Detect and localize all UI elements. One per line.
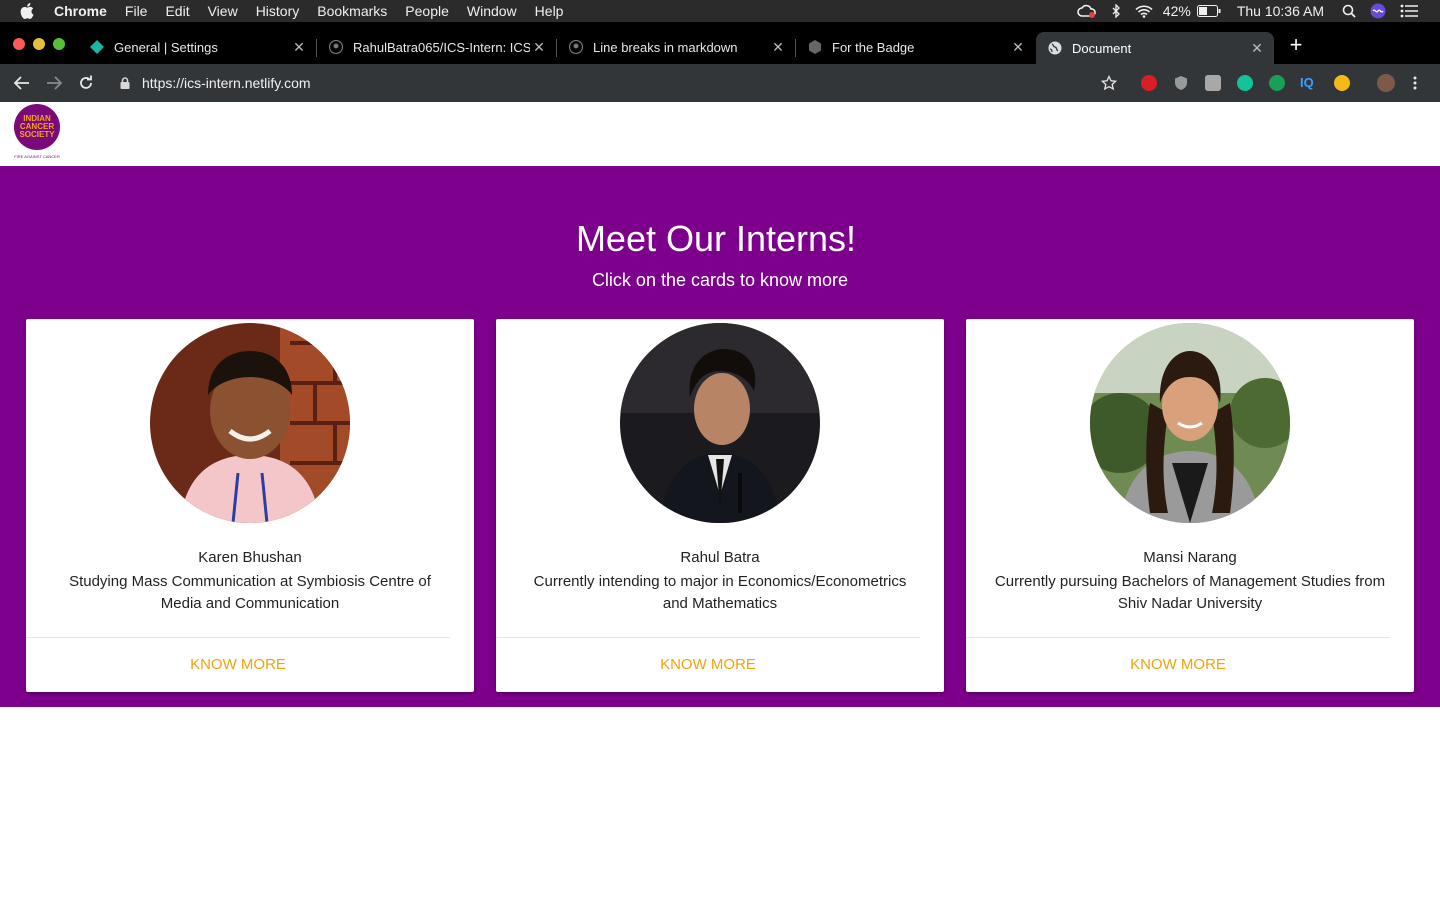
menu-people[interactable]: People <box>405 3 449 19</box>
macos-menu-bar: Chrome File Edit View History Bookmarks … <box>0 0 1440 22</box>
page-viewport: INDIAN CANCER SOCIETY FIRE AGAINST CANCE… <box>0 102 1440 900</box>
github-icon <box>569 40 583 54</box>
tab-document-active[interactable]: Document ✕ <box>1036 32 1274 64</box>
intern-bio: Currently intending to major in Economic… <box>533 573 907 612</box>
tab-title: Line breaks in markdown <box>593 39 738 55</box>
tab-github-ics-intern[interactable]: RahulBatra065/ICS-Intern: ICS ✕ <box>317 32 556 62</box>
intern-card[interactable]: Rahul Batra Currently intending to major… <box>496 319 944 692</box>
grammarly-icon[interactable] <box>1237 75 1253 91</box>
menu-window[interactable]: Window <box>467 3 517 19</box>
intern-card[interactable]: Mansi Narang Currently pursuing Bachelor… <box>966 319 1414 692</box>
indian-cancer-society-logo[interactable]: INDIAN CANCER SOCIETY FIRE AGAINST CANCE… <box>14 104 60 162</box>
interns-section: Meet Our Interns! Click on the cards to … <box>0 166 1440 707</box>
intern-photo-mansi <box>1090 323 1290 523</box>
intern-name: Rahul Batra <box>680 549 760 566</box>
menu-file[interactable]: File <box>125 3 148 19</box>
know-more-button[interactable]: Know More <box>496 656 920 673</box>
url-text[interactable]: https://ics-intern.netlify.com <box>142 75 311 91</box>
intern-photo-karen <box>150 323 350 523</box>
menu-edit[interactable]: Edit <box>165 3 189 19</box>
settings-diamond-icon <box>90 40 104 54</box>
window-close-button[interactable] <box>13 38 25 50</box>
bookmark-star-icon[interactable] <box>1100 74 1118 91</box>
card-divider <box>966 637 1390 638</box>
tab-line-breaks-markdown[interactable]: Line breaks in markdown ✕ <box>557 32 795 62</box>
window-minimize-button[interactable] <box>33 38 45 50</box>
tab-close-icon[interactable]: ✕ <box>290 39 308 56</box>
menubar-clock[interactable]: Thu 10:36 AM <box>1237 3 1324 19</box>
tab-close-icon[interactable]: ✕ <box>530 39 548 56</box>
tab-general-settings[interactable]: General | Settings ✕ <box>78 32 316 62</box>
badge-shield-icon <box>808 40 822 54</box>
tab-title: Document <box>1072 40 1132 56</box>
apple-icon[interactable] <box>20 3 38 19</box>
menu-app-chrome[interactable]: Chrome <box>54 3 107 19</box>
adblock-hand-icon[interactable] <box>1141 75 1157 91</box>
browser-toolbar: https://ics-intern.netlify.com IQ <box>0 64 1440 102</box>
tab-title: General | Settings <box>114 39 218 55</box>
card-divider <box>26 637 450 638</box>
shield-extension-icon[interactable] <box>1173 75 1189 91</box>
tab-close-icon[interactable]: ✕ <box>769 39 787 56</box>
github-icon <box>329 40 343 54</box>
battery-icon[interactable] <box>1196 5 1221 17</box>
kebab-menu-icon[interactable] <box>1412 75 1422 91</box>
tab-title: For the Badge <box>832 39 915 55</box>
card-divider <box>496 637 920 638</box>
back-arrow-icon[interactable] <box>12 73 32 93</box>
page-subtitle: Click on the cards to know more <box>591 270 849 290</box>
wifi-icon[interactable] <box>1135 5 1153 18</box>
logo-tagline: FIRE AGAINST CANCER <box>14 154 60 159</box>
new-tab-plus-icon[interactable]: + <box>1287 34 1305 56</box>
intern-card[interactable]: Karen Bhushan Studying Mass Communicatio… <box>26 319 474 692</box>
notification-center-icon[interactable] <box>1400 4 1418 18</box>
know-more-button[interactable]: Know More <box>26 656 450 673</box>
tab-for-the-badge[interactable]: For the Badge ✕ <box>796 32 1035 62</box>
bluetooth-icon[interactable] <box>1111 4 1121 18</box>
tab-title: RahulBatra065/ICS-Intern: ICS <box>353 39 530 55</box>
site-header: INDIAN CANCER SOCIETY FIRE AGAINST CANCE… <box>0 102 1440 166</box>
intern-name: Mansi Narang <box>1143 549 1237 566</box>
address-bar[interactable]: https://ics-intern.netlify.com <box>106 68 1130 98</box>
iq-extension-icon[interactable]: IQ <box>1300 75 1320 91</box>
lock-icon[interactable] <box>120 77 134 89</box>
globe-icon <box>1048 41 1062 55</box>
tab-close-icon[interactable]: ✕ <box>1248 40 1266 57</box>
page-title: Meet Our Interns! <box>575 218 857 259</box>
menu-history[interactable]: History <box>256 3 300 19</box>
siri-icon[interactable] <box>1370 3 1386 19</box>
battery-percent: 42% <box>1162 3 1191 19</box>
yellow-extension-icon[interactable] <box>1334 75 1350 91</box>
forward-arrow-icon[interactable] <box>44 73 64 93</box>
intern-name: Karen Bhushan <box>198 549 302 566</box>
logo-disc: INDIAN CANCER SOCIETY <box>14 104 60 150</box>
creative-cloud-icon[interactable] <box>1077 4 1097 18</box>
green-extension-icon[interactable] <box>1269 75 1285 91</box>
menu-help[interactable]: Help <box>535 3 564 19</box>
spotlight-search-icon[interactable] <box>1342 4 1356 18</box>
know-more-button[interactable]: Know More <box>966 656 1390 673</box>
browser-tab-strip: General | Settings ✕ RahulBatra065/ICS-I… <box>0 22 1440 64</box>
profile-avatar[interactable] <box>1377 74 1395 92</box>
window-zoom-button[interactable] <box>53 38 65 50</box>
tab-close-icon[interactable]: ✕ <box>1009 39 1027 56</box>
reload-icon[interactable] <box>76 73 96 93</box>
intern-photo-rahul <box>620 323 820 523</box>
intern-bio: Studying Mass Communication at Symbiosis… <box>69 573 431 612</box>
grey-extension-icon[interactable] <box>1205 75 1221 91</box>
intern-bio: Currently pursuing Bachelors of Manageme… <box>994 573 1386 612</box>
menu-bookmarks[interactable]: Bookmarks <box>317 3 387 19</box>
logo-line: SOCIETY <box>19 130 55 139</box>
menu-view[interactable]: View <box>208 3 238 19</box>
